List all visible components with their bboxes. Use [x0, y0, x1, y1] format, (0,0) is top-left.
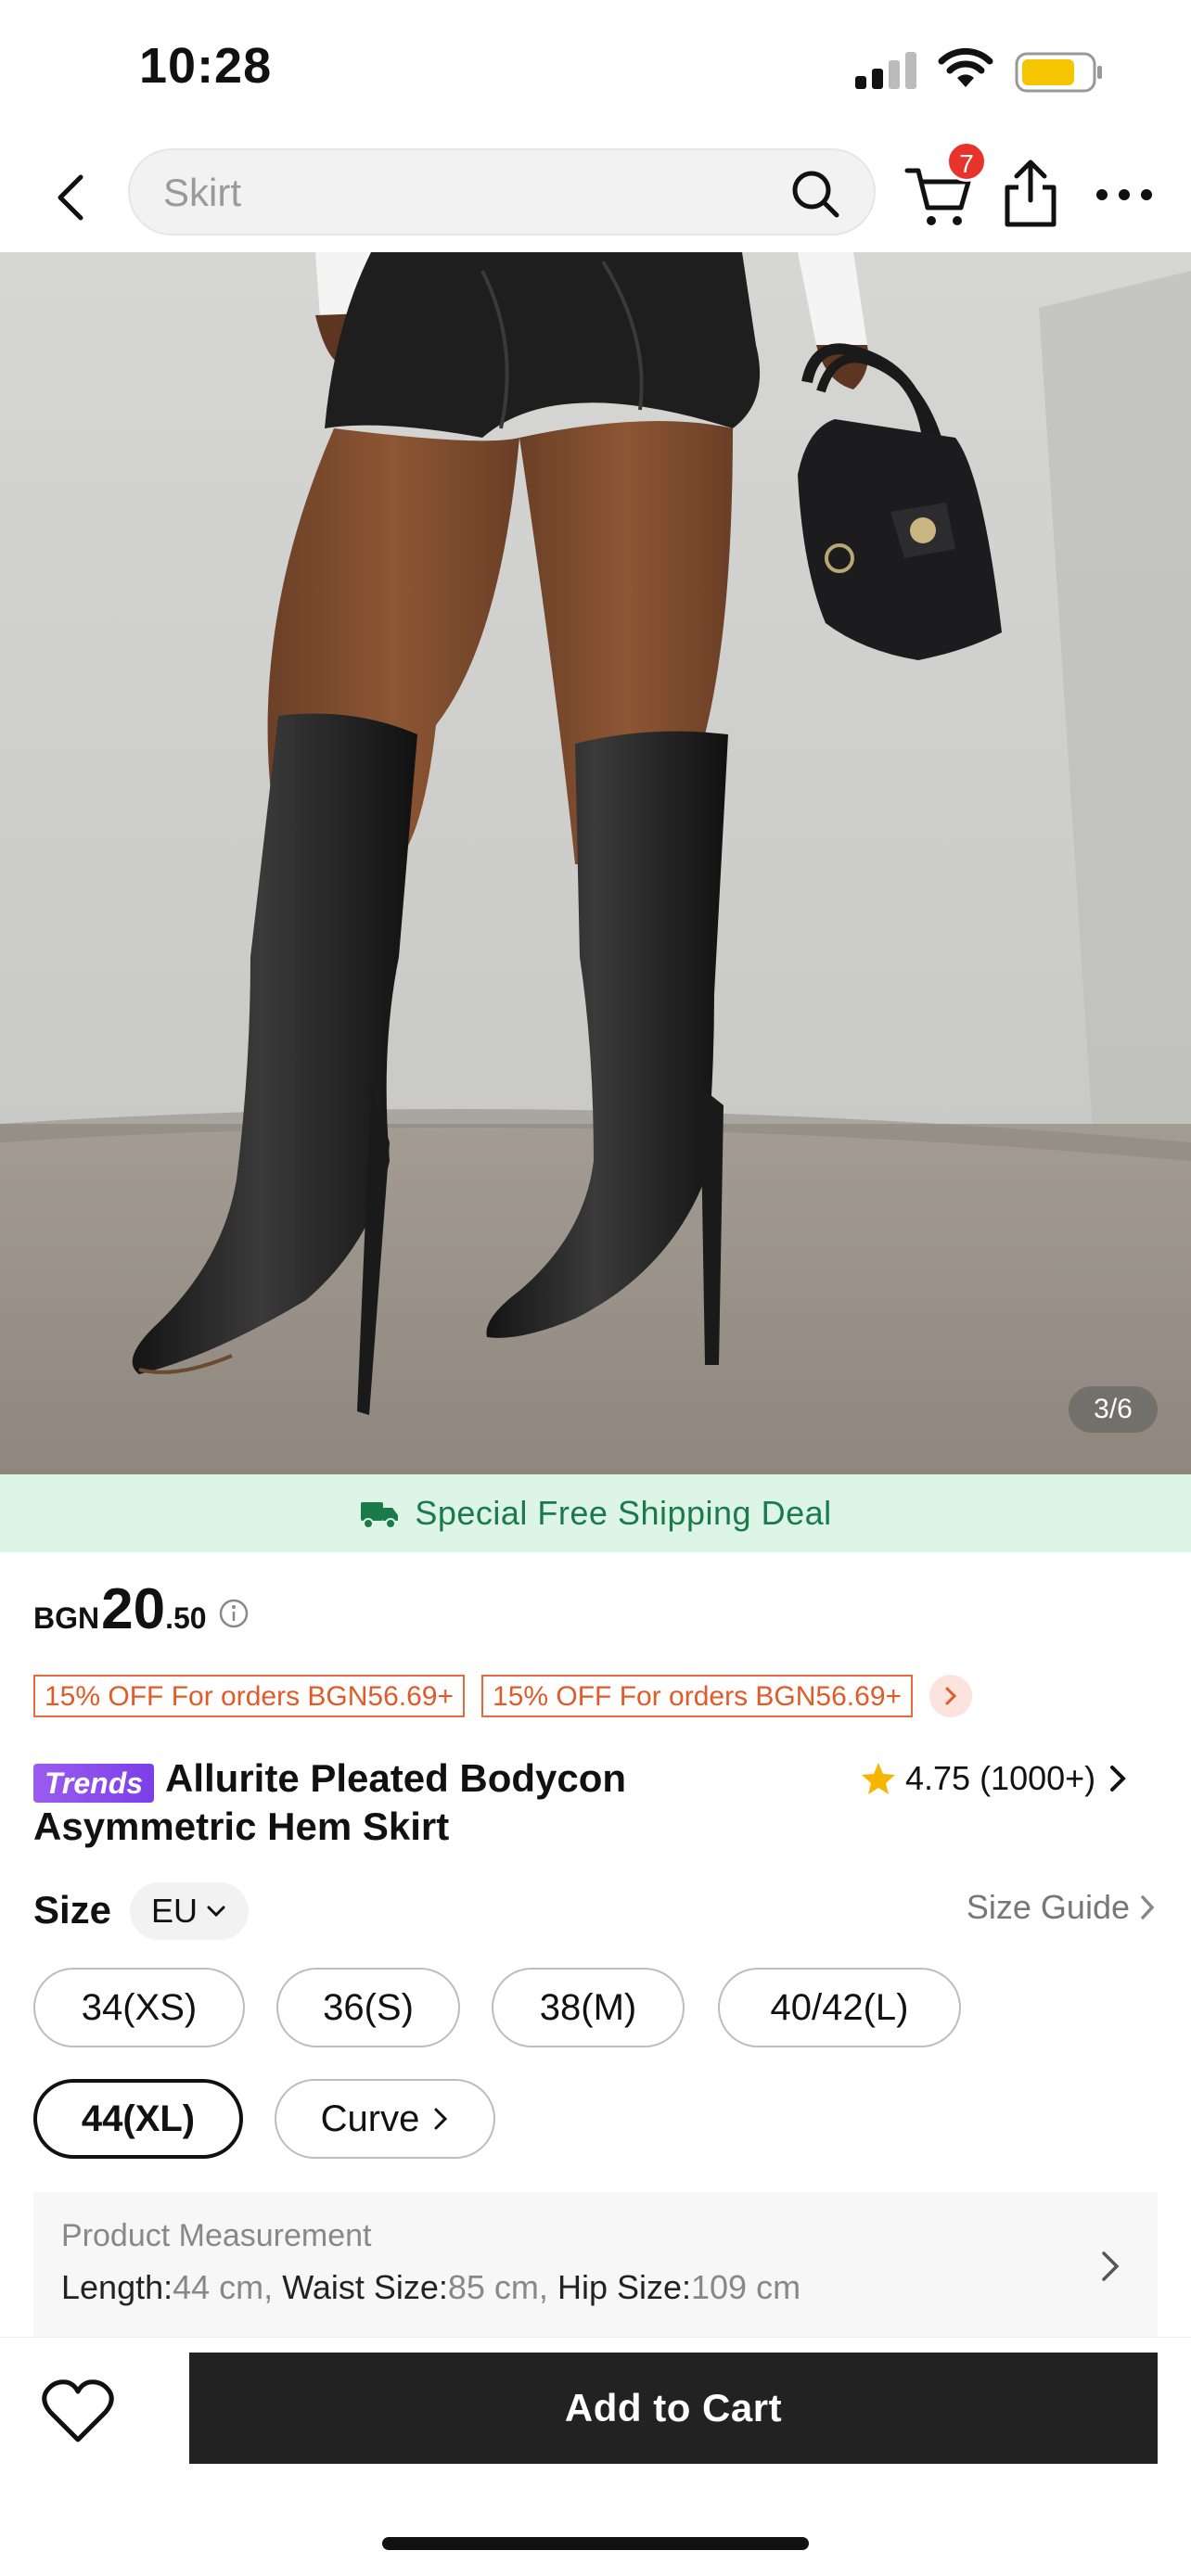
chevron-right-icon [434, 2108, 448, 2130]
cart-count-badge: 7 [946, 141, 987, 182]
wifi-icon [938, 47, 993, 87]
battery-icon [1015, 52, 1102, 93]
size-option-38m[interactable]: 38(M) [492, 1968, 685, 2047]
length-label: Length: [61, 2268, 173, 2306]
price-decimal: .50 [165, 1601, 207, 1635]
status-time: 10:28 [139, 38, 273, 94]
size-guide-link[interactable]: Size Guide [967, 1888, 1158, 1927]
shipping-text: Special Free Shipping Deal [415, 1494, 832, 1532]
size-unit-value: EU [150, 1892, 198, 1930]
price-main: 20 [101, 1577, 166, 1641]
length-value: 44 cm, [173, 2268, 274, 2306]
shipping-banner[interactable]: Special Free Shipping Deal [0, 1474, 1191, 1552]
size-option-label: 34(XS) [81, 1986, 198, 2028]
size-option-40-42l[interactable]: 40/42(L) [718, 1968, 961, 2047]
add-to-cart-button[interactable]: Add to Cart [189, 2353, 1158, 2464]
price: BGN 20 .50 [33, 1576, 250, 1651]
size-unit-selector[interactable]: EU [130, 1882, 249, 1940]
chevron-right-icon [1102, 2251, 1120, 2281]
more-options-icon[interactable] [1091, 167, 1158, 223]
info-icon[interactable] [218, 1598, 250, 1629]
size-option-34xs[interactable]: 34(XS) [33, 1968, 245, 2047]
size-option-curve[interactable]: Curve [275, 2079, 495, 2159]
hip-label: Hip Size: [557, 2268, 692, 2306]
product-measurement[interactable]: Product Measurement Length:44 cm, Waist … [33, 2192, 1158, 2340]
coupon-tag[interactable]: 15% OFF For orders BGN56.69+ [481, 1675, 914, 1717]
search-input[interactable]: Skirt [128, 148, 876, 236]
image-counter: 3/6 [1069, 1386, 1158, 1433]
cellular-signal-icon [855, 50, 916, 89]
chevron-right-icon [945, 1687, 957, 1705]
size-option-label: 44(XL) [81, 2098, 196, 2139]
waist-label: Waist Size: [282, 2268, 448, 2306]
coupon-list: 15% OFF For orders BGN56.69+ 15% OFF For… [33, 1675, 973, 1717]
size-guide-label: Size Guide [966, 1888, 1130, 1926]
waist-value: 85 cm, [447, 2268, 548, 2306]
size-option-44xl[interactable]: 44(XL) [33, 2079, 243, 2159]
product-image[interactable] [0, 252, 1191, 1474]
truck-icon [361, 1502, 399, 1529]
size-option-label: 40/42(L) [770, 1986, 909, 2028]
measurement-values: Length:44 cm, Waist Size:85 cm, Hip Size… [61, 2268, 800, 2307]
rating[interactable]: 4.75 (1000+) [861, 1754, 1131, 1803]
coupon-tag[interactable]: 15% OFF For orders BGN56.69+ [33, 1675, 466, 1717]
size-option-label: 36(S) [323, 1986, 414, 2028]
star-icon [862, 1763, 895, 1794]
size-option-label: 38(M) [539, 1986, 637, 2028]
size-option-label: Curve [320, 2098, 420, 2139]
chevron-right-icon [1141, 1895, 1155, 1919]
product-photo-illustration [0, 252, 1191, 1474]
product-title: Allurite Pleated Bodycon Asymmetric Hem … [33, 1756, 627, 1848]
size-label: Size [33, 1888, 112, 1932]
search-icon[interactable] [788, 167, 842, 221]
chevron-down-icon [207, 1906, 225, 1918]
chevron-left-icon [58, 174, 83, 221]
status-bar: 10:28 [0, 0, 1191, 139]
price-currency: BGN [33, 1601, 100, 1635]
coupon-more-button[interactable] [929, 1675, 973, 1717]
back-button[interactable] [35, 161, 108, 234]
size-option-36s[interactable]: 36(S) [276, 1968, 460, 2047]
share-icon[interactable] [998, 156, 1063, 230]
rating-text: 4.75 (1000+) [905, 1759, 1096, 1797]
home-indicator[interactable] [382, 2537, 809, 2550]
hip-value: 109 cm [691, 2268, 801, 2306]
top-nav: Skirt 7 [0, 139, 1191, 252]
search-placeholder: Skirt [163, 171, 241, 214]
chevron-right-icon [1110, 1766, 1126, 1792]
heart-icon[interactable] [41, 2377, 115, 2447]
measurement-title: Product Measurement [61, 2218, 372, 2253]
